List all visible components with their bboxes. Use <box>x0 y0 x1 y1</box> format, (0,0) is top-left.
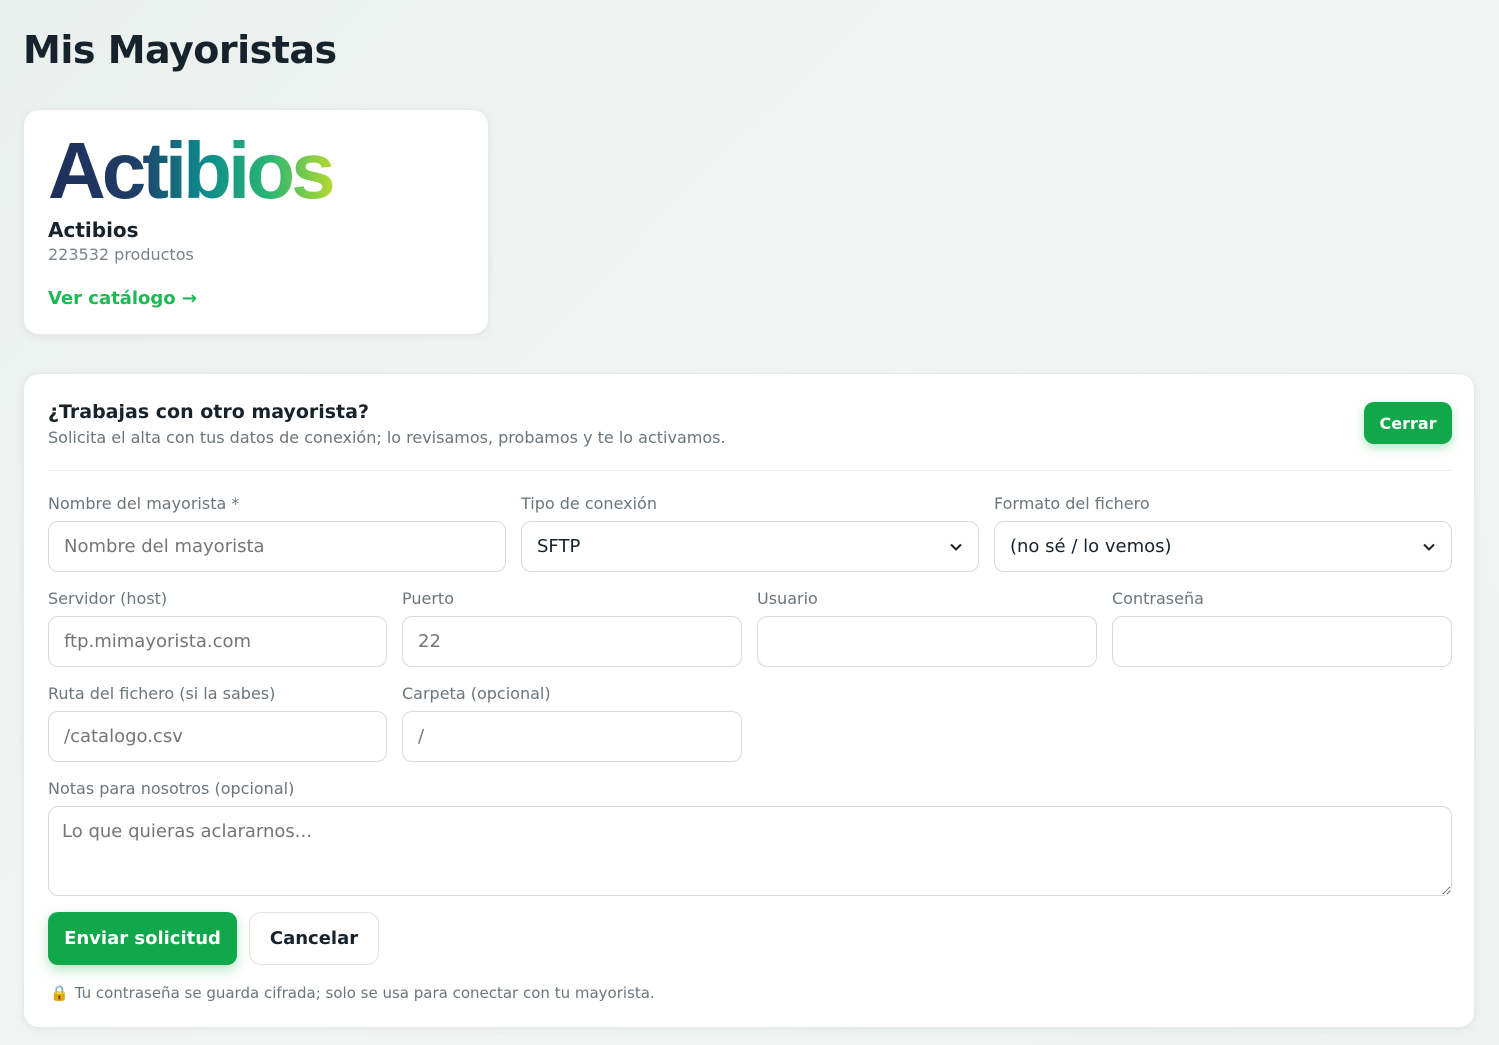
close-button[interactable]: Cerrar <box>1364 402 1452 444</box>
password-input[interactable] <box>1112 616 1452 667</box>
view-catalog-link[interactable]: Ver catálogo → <box>48 288 197 309</box>
notes-textarea[interactable] <box>48 806 1452 896</box>
send-request-button[interactable]: Enviar solicitud <box>48 912 237 965</box>
folder-label: Carpeta (opcional) <box>402 684 551 703</box>
user-input[interactable] <box>757 616 1097 667</box>
file-format-select[interactable]: (no sé / lo vemos) <box>994 521 1452 572</box>
svg-text:Actibios: Actibios <box>48 130 333 210</box>
connection-type-select[interactable]: SFTP <box>521 521 979 572</box>
lock-icon: 🔒 <box>50 984 69 1002</box>
wholesaler-name-label: Nombre del mayorista * <box>48 494 240 513</box>
file-path-label: Ruta del fichero (si la sabes) <box>48 684 276 703</box>
port-label: Puerto <box>402 589 454 608</box>
connection-type-value: SFTP <box>537 536 581 557</box>
vendor-logo: Actibios <box>48 130 337 210</box>
notes-label: Notas para nosotros (opcional) <box>48 779 295 798</box>
vendor-name: Actibios <box>48 218 139 242</box>
security-note-text: Tu contraseña se guarda cifrada; solo se… <box>74 984 655 1002</box>
wholesaler-name-input[interactable] <box>48 521 506 572</box>
password-label: Contraseña <box>1112 589 1204 608</box>
file-format-label: Formato del fichero <box>994 494 1150 513</box>
host-label: Servidor (host) <box>48 589 168 608</box>
folder-input[interactable] <box>402 711 742 762</box>
chevron-down-icon <box>950 543 962 551</box>
port-input[interactable] <box>402 616 742 667</box>
vendor-card-actibios[interactable]: Actibios Actibios 223532 productos Ver c… <box>23 109 489 335</box>
page-title: Mis Mayoristas <box>23 28 337 72</box>
request-subtitle: Solicita el alta con tus datos de conexi… <box>48 428 726 447</box>
chevron-down-icon <box>1423 543 1435 551</box>
connection-type-label: Tipo de conexión <box>521 494 657 513</box>
file-path-input[interactable] <box>48 711 387 762</box>
file-format-value: (no sé / lo vemos) <box>1010 536 1172 557</box>
request-title: ¿Trabajas con otro mayorista? <box>48 401 369 423</box>
cancel-button[interactable]: Cancelar <box>249 912 379 965</box>
security-note: 🔒 Tu contraseña se guarda cifrada; solo … <box>50 984 655 1002</box>
vendor-product-count: 223532 productos <box>48 245 194 264</box>
divider <box>48 470 1452 471</box>
host-input[interactable] <box>48 616 387 667</box>
user-label: Usuario <box>757 589 818 608</box>
request-card: ¿Trabajas con otro mayorista? Solicita e… <box>23 373 1475 1028</box>
